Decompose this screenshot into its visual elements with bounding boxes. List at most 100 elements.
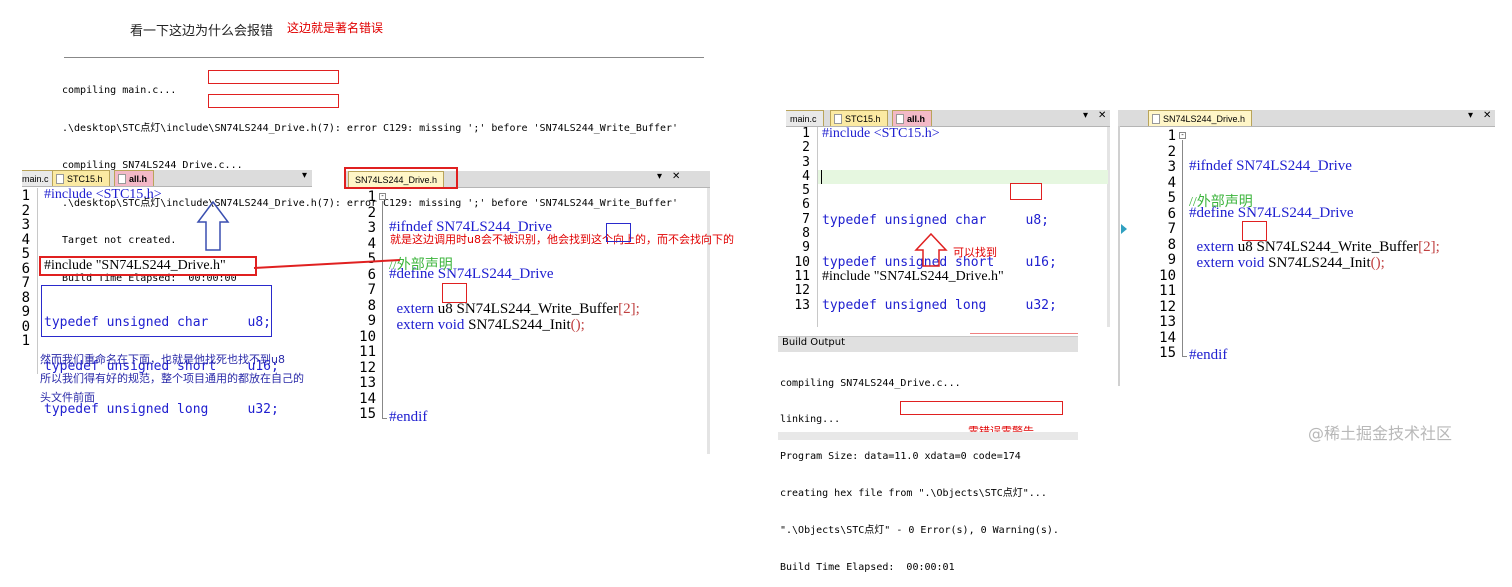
- line-number: 9: [802, 240, 810, 256]
- tab-sn74ls244-drive-h[interactable]: SN74LS244_Drive.h: [1148, 110, 1253, 126]
- line-number: 6: [1167, 205, 1176, 222]
- left-line-numbers: 1 2 3 4 5 6 7 8 9 0 1: [16, 189, 30, 349]
- file-icon: [1152, 114, 1160, 124]
- fold-end: [1182, 356, 1187, 357]
- line-number: 3: [367, 220, 376, 236]
- right2-left-border: [1118, 126, 1120, 386]
- right1-scrollbar[interactable]: [1107, 127, 1110, 327]
- fold-marker-icon[interactable]: -: [379, 193, 386, 200]
- line-number: 1: [367, 189, 376, 205]
- output-divider: [64, 57, 704, 58]
- watermark: @稀土掘金技术社区: [1308, 424, 1453, 443]
- zero-error-box: [900, 401, 1063, 415]
- array-index: [2];: [1418, 239, 1440, 255]
- build-output-scroll[interactable]: [778, 432, 1078, 440]
- line-number: 8: [802, 226, 810, 242]
- line-number: 6: [802, 197, 810, 213]
- line-number: 8: [21, 289, 30, 306]
- mid-scrollbar[interactable]: [707, 188, 710, 454]
- func-name: SN74LS244_Init: [1268, 255, 1371, 271]
- parens: ();: [570, 317, 585, 333]
- line-number: 8: [1167, 236, 1176, 253]
- tab-label: STC15.h: [67, 174, 103, 184]
- line-number: 9: [1167, 252, 1176, 268]
- left-include-stc15: #include <STC15.h>: [44, 187, 162, 202]
- line-number: 2: [1167, 143, 1176, 160]
- line-number: 7: [802, 211, 810, 227]
- fold-marker-icon[interactable]: -: [1179, 132, 1186, 139]
- tab-label: main.c: [22, 174, 49, 184]
- tab-label: main.c: [790, 114, 817, 124]
- error-file-box-2: [208, 94, 339, 108]
- line-number: 2: [802, 140, 810, 156]
- file-icon: [118, 174, 126, 184]
- tab-stc15-h[interactable]: STC15.h: [830, 110, 888, 126]
- tab-all-h[interactable]: all.h: [114, 170, 155, 186]
- line-number: 12: [794, 283, 810, 299]
- mid-annotation: 就是这边调用时u8会不被识别，他会找到这个向上的，而不会找向下的: [390, 233, 734, 246]
- typedef-line: typedef unsigned long u32;: [822, 298, 1057, 314]
- build-output-lines: compiling SN74LS244_Drive.c... linking..…: [780, 353, 1059, 587]
- keyword-void: void: [437, 317, 465, 333]
- line-number: 4: [1167, 174, 1176, 191]
- line-number: 3: [802, 154, 810, 170]
- right2-endif: #endif: [1189, 347, 1228, 363]
- tab-label: STC15.h: [845, 114, 881, 124]
- left-gutter-line: [37, 188, 38, 374]
- line-number: 10: [359, 328, 376, 345]
- line-number: 2: [367, 204, 376, 221]
- tab-main-c[interactable]: main.c: [786, 110, 824, 126]
- close-icon[interactable]: ✕: [672, 171, 680, 182]
- tab-label: all.h: [907, 114, 926, 124]
- fold-line: [1182, 140, 1183, 356]
- keyword-extern: extern: [1196, 255, 1234, 271]
- chevron-down-icon[interactable]: ▾: [1083, 110, 1088, 121]
- line-number: 7: [367, 282, 376, 298]
- line-number: 10: [794, 254, 810, 270]
- parens: ();: [1370, 255, 1385, 271]
- line-number: 5: [802, 183, 810, 199]
- breakpoint-arrow-icon: [1121, 224, 1127, 234]
- chevron-down-icon[interactable]: ▾: [302, 170, 307, 181]
- tab-all-h[interactable]: all.h: [892, 110, 933, 126]
- up-arrow-icon: [914, 232, 948, 267]
- up-arrow-icon: [196, 200, 230, 251]
- output-line: .\desktop\STC点灯\include\SN74LS244_Drive.…: [62, 122, 679, 134]
- tab-main-c[interactable]: main.c: [22, 170, 56, 186]
- u8-typedef-box: [1010, 183, 1042, 200]
- line-number: 1: [21, 188, 30, 204]
- error-annotation: 这边就是著名错误: [287, 21, 384, 35]
- right1-include-drive: #include "SN74LS244_Drive.h": [822, 269, 1004, 284]
- line-number: 2: [21, 202, 30, 219]
- right2-extern-init: extern void SN74LS244_Init();: [1189, 238, 1385, 272]
- output-line: Program Size: data=11.0 xdata=0 code=174: [780, 451, 1021, 463]
- mid-line-numbers: 1 2 3 4 5 6 7 8 9 10 11 12 13 14 15: [352, 189, 376, 423]
- mid-annotation-box: [606, 223, 631, 242]
- chevron-down-icon[interactable]: ▾: [657, 171, 662, 182]
- chevron-down-icon[interactable]: ▾: [1468, 110, 1473, 121]
- line-number: 11: [359, 344, 376, 360]
- typedef-line: typedef unsigned char u8;: [44, 315, 271, 330]
- line-number: 3: [21, 217, 30, 233]
- line-number: 9: [21, 304, 30, 320]
- line-number: 13: [359, 375, 376, 391]
- code-text: #ifndef SN74LS244_Drive: [1189, 158, 1352, 174]
- note-line: 头文件前面: [40, 391, 95, 404]
- close-icon[interactable]: ✕: [1483, 110, 1491, 121]
- close-icon[interactable]: ✕: [1098, 110, 1106, 121]
- line-number: 14: [1159, 329, 1176, 346]
- note-line: 所以我们得有好的规范，整个项目通用的都放在自己的: [40, 372, 304, 385]
- line-number: 11: [794, 268, 810, 284]
- keyword-extern: extern: [396, 317, 434, 333]
- fold-end: [382, 418, 387, 419]
- line-number: 7: [1167, 221, 1176, 237]
- note-line: 然而我们重命名在下面，也就是他找死也找不到u8: [40, 353, 285, 366]
- right1-annotation: 可以找到: [953, 246, 997, 259]
- output-line: Build Time Elapsed: 00:00:01: [780, 562, 955, 574]
- current-line-highlight: [818, 170, 1108, 184]
- tab-label: SN74LS244_Drive.h: [1163, 114, 1246, 124]
- right1-include-stc15: #include <STC15.h>: [822, 126, 940, 141]
- func-name: SN74LS244_Init: [468, 317, 571, 333]
- right2-comment: //外部声明: [1189, 195, 1253, 210]
- tab-stc15-h[interactable]: STC15.h: [52, 170, 110, 186]
